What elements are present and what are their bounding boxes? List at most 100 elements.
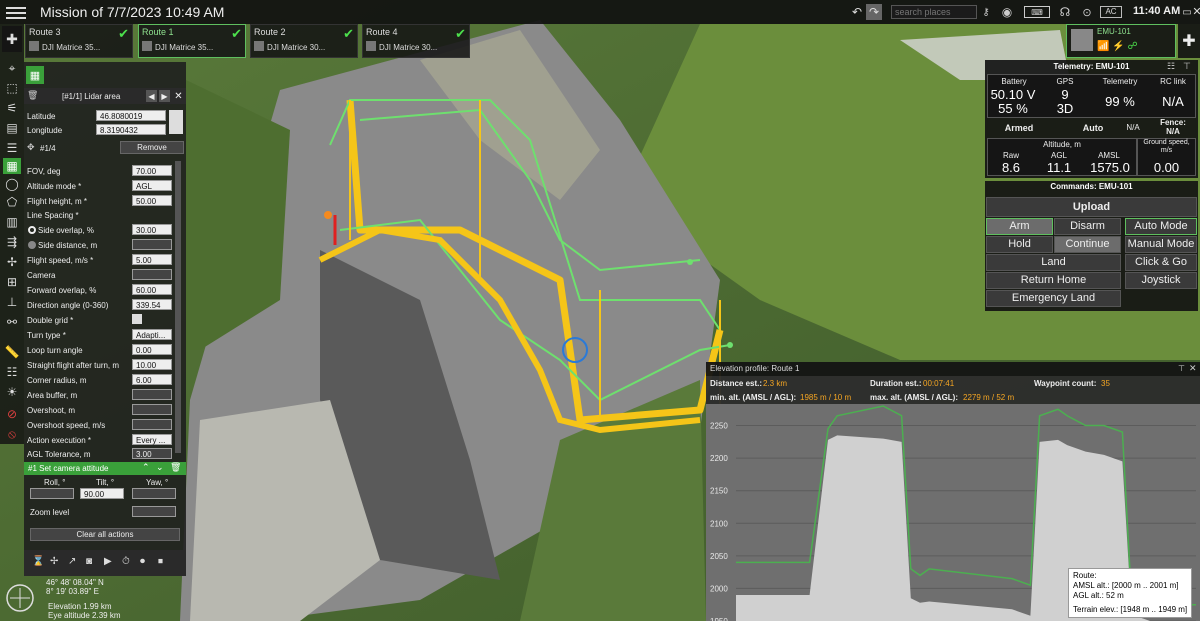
sun-icon[interactable]: ☀ [3, 384, 21, 400]
manual-mode-button[interactable]: Manual Mode [1125, 236, 1197, 253]
continue-button[interactable]: Continue [1054, 236, 1121, 253]
hourglass-icon[interactable]: ⌛ [32, 556, 44, 567]
auto-mode-button[interactable]: Auto Mode [1125, 218, 1197, 235]
pin-icon[interactable]: ⊤ [1183, 61, 1191, 72]
route-tab-4[interactable]: Route 4 DJI Matrice 30... ✔ [362, 24, 470, 58]
coord-format-icon[interactable] [169, 110, 183, 134]
clear-actions-button[interactable]: Clear all actions [30, 528, 180, 541]
arm-button[interactable]: Arm [986, 218, 1053, 235]
layers-icon[interactable]: ☷ [3, 364, 21, 380]
globe-icon[interactable]: ◉ [1000, 5, 1014, 19]
video-icon[interactable]: ▶ [104, 556, 112, 567]
trash-icon[interactable]: 🗑 [27, 90, 38, 101]
side-distance-field[interactable] [132, 239, 172, 250]
overshoot-speed-field[interactable] [132, 419, 172, 430]
gimbal-icon[interactable]: ↗ [68, 556, 76, 567]
tilt-field[interactable]: 90.00 [80, 488, 124, 499]
add-vehicle-icon[interactable]: ✚ [1178, 24, 1200, 58]
chevron-up-icon[interactable]: ⌃ [142, 462, 150, 473]
side-overlap-radio[interactable] [28, 226, 36, 234]
pin-icon[interactable]: ⌖ [3, 60, 21, 76]
next-icon[interactable]: ▶ [159, 90, 170, 102]
route-tool-icon[interactable]: ⚟ [3, 100, 21, 116]
camera-select[interactable] [132, 269, 172, 280]
trash-icon[interactable]: 🗑 [170, 462, 181, 473]
camera-icon[interactable]: ◙ [86, 556, 92, 567]
tower-icon[interactable]: ⊥ [3, 294, 21, 310]
fov-field[interactable]: 70.00 [132, 165, 172, 176]
vehicle-card[interactable]: EMU-101 📶 ⚡ ☍ [1066, 24, 1176, 58]
forward-overlap-field[interactable]: 60.00 [132, 284, 172, 295]
document-icon[interactable]: ▤ [3, 120, 21, 136]
corner-radius-field[interactable]: 6.00 [132, 374, 172, 385]
circle-icon[interactable]: ◯ [3, 176, 21, 192]
straight-flight-field[interactable]: 10.00 [132, 359, 172, 370]
area-scan-icon[interactable]: ▦ [26, 66, 44, 84]
drone-action-icon[interactable]: ✢ [50, 556, 58, 567]
close-icon[interactable]: ✕ [1189, 363, 1197, 374]
zoom-field[interactable] [132, 506, 176, 517]
agl-tolerance-field[interactable]: 3.00 [132, 448, 172, 459]
yaw-field[interactable] [132, 488, 176, 499]
search-input[interactable] [891, 5, 977, 19]
drone-icon[interactable]: ✢ [3, 254, 21, 270]
remove-button[interactable]: Remove [120, 141, 184, 154]
grid-icon[interactable]: ▥ [3, 214, 21, 230]
hold-button[interactable]: Hold [986, 236, 1053, 253]
param-label: Overshoot speed, m/s [27, 421, 106, 430]
key-icon[interactable]: ⚷ [980, 5, 992, 19]
stop-icon[interactable]: ⦸ [3, 426, 21, 442]
click-go-button[interactable]: Click & Go [1125, 254, 1197, 271]
redo-icon[interactable]: ↷ [866, 4, 882, 20]
roll-field[interactable] [30, 488, 74, 499]
altitude-mode-select[interactable]: AGL [132, 180, 172, 191]
headset-icon[interactable]: ☊ [1058, 5, 1072, 19]
polygon-icon[interactable]: ⬠ [3, 194, 21, 210]
disarm-button[interactable]: Disarm [1054, 218, 1121, 235]
joystick-button[interactable]: Joystick [1125, 272, 1197, 289]
pin-icon[interactable]: ⊤ [1178, 364, 1185, 373]
emergency-land-button[interactable]: Emergency Land [986, 290, 1121, 307]
side-distance-radio[interactable] [28, 241, 36, 249]
ruler-icon[interactable]: 📏 [3, 344, 21, 360]
waypoint-icon[interactable]: ⬚ [3, 80, 21, 96]
timer-icon[interactable]: ⏱ [122, 556, 130, 567]
double-grid-checkbox[interactable] [132, 314, 142, 324]
keyboard-icon[interactable]: ⌨ [1024, 6, 1050, 18]
close-icon[interactable]: ✕ [173, 90, 184, 102]
overshoot-field[interactable] [132, 404, 172, 415]
flight-speed-field[interactable]: 5.00 [132, 254, 172, 265]
latitude-field[interactable]: 46.8080019 [96, 110, 166, 121]
params-scrollbar[interactable] [175, 161, 181, 453]
loop-turn-angle-field[interactable]: 0.00 [132, 344, 172, 355]
upload-button[interactable]: Upload [986, 197, 1197, 217]
record-icon[interactable]: ⏺ [140, 556, 145, 567]
fence-icon[interactable]: ⊞ [3, 274, 21, 290]
flight-height-field[interactable]: 50.00 [132, 195, 172, 206]
route-tab-3[interactable]: Route 3 DJI Matrice 35... ✔ [25, 24, 133, 58]
stop-record-icon[interactable]: ⏹ [158, 556, 163, 567]
longitude-field[interactable]: 8.3190432 [96, 124, 166, 135]
no-fly-icon[interactable]: ⊘ [3, 406, 21, 422]
action-execution-select[interactable]: Every ... [132, 434, 172, 445]
return-home-button[interactable]: Return Home [986, 272, 1121, 289]
area-scan-icon[interactable]: ▦ [3, 158, 21, 174]
turn-type-select[interactable]: Adapti... [132, 329, 172, 340]
add-route-icon[interactable]: ✚ [2, 26, 22, 52]
corridor-icon[interactable]: ⇶ [3, 234, 21, 250]
route-tab-2[interactable]: Route 2 DJI Matrice 30... ✔ [250, 24, 358, 58]
undo-icon[interactable]: ↶ [850, 5, 864, 19]
link-icon[interactable]: ⚯ [3, 314, 21, 330]
menu-icon[interactable] [6, 4, 26, 20]
settings-icon[interactable]: ☷ [1167, 61, 1175, 72]
direction-angle-field[interactable]: 339.54 [132, 299, 172, 310]
prev-icon[interactable]: ◀ [146, 90, 157, 102]
land-button[interactable]: Land [986, 254, 1121, 271]
location-icon[interactable]: ⊙ [1080, 5, 1094, 19]
route-tab-1[interactable]: Route 1 DJI Matrice 35... ✔ [138, 24, 246, 58]
area-buffer-field[interactable] [132, 389, 172, 400]
side-overlap-field[interactable]: 30.00 [132, 224, 172, 235]
list-icon[interactable]: ☰ [3, 140, 21, 156]
close-window-icon[interactable]: ✕ [1192, 4, 1200, 18]
chevron-down-icon[interactable]: ⌄ [156, 462, 164, 473]
